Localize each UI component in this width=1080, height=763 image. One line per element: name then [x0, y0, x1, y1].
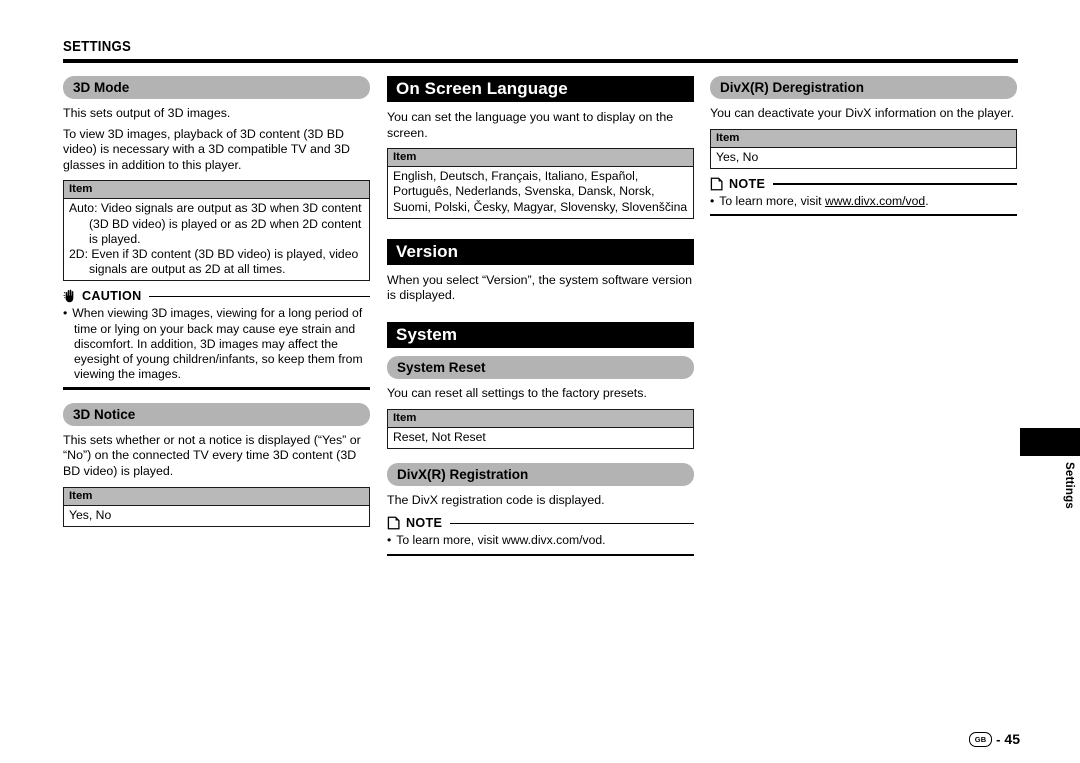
section-heading-on-screen-language: On Screen Language — [387, 76, 694, 102]
table-header-cell: Item — [64, 487, 369, 506]
note-list: To learn more, visit www.divx.com/vod. — [387, 533, 694, 548]
paragraph: The DivX registration code is displayed. — [387, 492, 605, 507]
list-item: To learn more, visit www.divx.com/vod. — [710, 194, 1017, 209]
page-title: SETTINGS — [63, 38, 132, 55]
section-heading-system-reset: System Reset — [387, 355, 694, 379]
table-row: 2D: Even if 3D content (3D BD video) is … — [69, 246, 359, 277]
column-middle: On Screen Language You can set the langu… — [387, 76, 694, 556]
section-3d-notice: 3D Notice This sets whether or not a not… — [63, 402, 370, 527]
section-3d-mode: 3D Mode This sets output of 3D images. T… — [63, 76, 370, 390]
page-footer: GB - 45 — [969, 731, 1020, 747]
item-table: Item Reset, Not Reset — [387, 408, 694, 449]
section-heading-divx-deregistration: DivX(R) Deregistration — [710, 76, 1017, 99]
note-header: NOTE — [387, 516, 694, 530]
section-heading-3d-mode: 3D Mode — [63, 76, 370, 99]
section-heading-version: Version — [387, 238, 694, 265]
item-table: Item Yes, No — [63, 486, 370, 527]
note-text-suffix: . — [925, 193, 929, 208]
side-tab-label: Settings — [1063, 462, 1075, 509]
list-item: To learn more, visit www.divx.com/vod. — [387, 533, 694, 548]
table-header-cell: Item — [64, 181, 369, 200]
paragraph: When you select “Version”, the system so… — [387, 272, 693, 303]
header-rule — [63, 59, 1018, 63]
item-table: Item Yes, No — [710, 128, 1017, 169]
table-header-cell: Item — [388, 409, 693, 428]
table-body: Auto: Video signals are output as 3D whe… — [64, 199, 369, 281]
section-version: Version When you select “Version”, the s… — [387, 238, 694, 304]
section-divx-deregistration: DivX(R) Deregistration You can deactivat… — [710, 76, 1017, 217]
paragraph: You can deactivate your DivX information… — [710, 106, 1014, 120]
note-bottom-rule — [710, 214, 1017, 217]
page-header: SETTINGS — [63, 38, 1018, 63]
section-heading-system: System — [387, 321, 694, 348]
list-item: When viewing 3D images, viewing for a lo… — [63, 306, 370, 382]
note-label: NOTE — [729, 176, 766, 191]
table-row: Auto: Video signals are output as 3D whe… — [69, 201, 362, 246]
paragraph: You can reset all settings to the factor… — [387, 385, 647, 400]
page-number: 45 — [1004, 731, 1020, 747]
table-row: English, Deutsch, Français, Italiano, Es… — [388, 167, 693, 218]
note-list: To learn more, visit www.divx.com/vod. — [710, 194, 1017, 209]
section-heading-divx-registration: DivX(R) Registration — [387, 462, 694, 486]
note-text-prefix: To learn more, visit — [719, 193, 825, 208]
footer-separator: - — [996, 731, 1001, 747]
manual-page: SETTINGS 3D Mode This sets output of 3D … — [0, 0, 1080, 763]
note-icon — [710, 177, 723, 191]
note-icon — [387, 516, 400, 530]
section-heading-3d-notice: 3D Notice — [63, 402, 370, 426]
column-right: DivX(R) Deregistration You can deactivat… — [710, 76, 1017, 217]
hand-icon — [63, 290, 74, 303]
column-left: 3D Mode This sets output of 3D images. T… — [63, 76, 370, 535]
note-rule — [450, 522, 694, 525]
caution-rule — [149, 295, 370, 298]
side-tab-marker — [1020, 428, 1080, 456]
caution-list: When viewing 3D images, viewing for a lo… — [63, 306, 370, 382]
paragraph: This sets output of 3D images. — [63, 106, 231, 120]
table-row: Yes, No — [64, 505, 369, 526]
paragraph: To view 3D images, playback of 3D conten… — [63, 126, 350, 172]
note-rule — [773, 183, 1017, 185]
table-row: Reset, Not Reset — [388, 427, 693, 448]
caution-header: CAUTION — [63, 289, 370, 303]
table-header-cell: Item — [711, 129, 1016, 148]
subsection-system-reset: System Reset You can reset all settings … — [387, 355, 694, 449]
item-table: Item Auto: Video signals are output as 3… — [63, 180, 370, 282]
item-table: Item English, Deutsch, Français, Italian… — [387, 148, 694, 219]
caution-label: CAUTION — [82, 289, 142, 304]
note-header: NOTE — [710, 177, 1017, 191]
note-bottom-rule — [387, 553, 694, 556]
table-header-cell: Item — [388, 149, 693, 168]
table-row: Yes, No — [711, 147, 1016, 168]
section-on-screen-language: On Screen Language You can set the langu… — [387, 76, 694, 219]
subsection-divx-registration: DivX(R) Registration The DivX registrati… — [387, 462, 694, 556]
paragraph: You can set the language you want to dis… — [387, 110, 674, 140]
region-badge: GB — [969, 731, 993, 747]
divx-vod-link[interactable]: www.divx.com/vod — [825, 194, 925, 208]
note-label: NOTE — [406, 516, 443, 531]
paragraph: This sets whether or not a notice is dis… — [63, 432, 361, 478]
section-system: System System Reset You can reset all se… — [387, 321, 694, 556]
